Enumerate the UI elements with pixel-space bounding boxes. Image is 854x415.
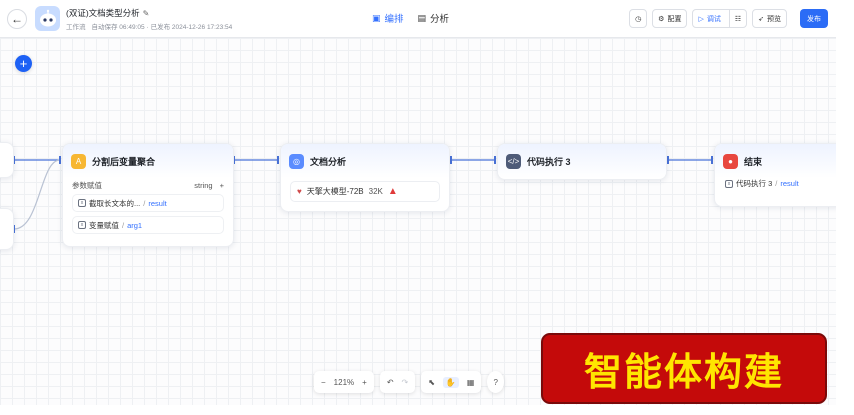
node-end[interactable]: ● 结束 x 代码执行 3 / result: [714, 143, 844, 207]
model-selector[interactable]: ♥ 天擎大模型-72B 32K ▲: [290, 181, 440, 202]
zoom-level[interactable]: 121%: [334, 378, 354, 387]
zoom-control: − 121% +: [314, 371, 374, 393]
node-title: 分割后变量聚合: [92, 156, 156, 167]
node-header: A 分割后变量聚合: [63, 144, 233, 178]
port[interactable]: [450, 156, 452, 164]
node-header: ● 结束: [715, 144, 843, 178]
separator: /: [143, 198, 146, 208]
port[interactable]: [711, 156, 713, 164]
node-header: </> 代码执行 3: [498, 144, 666, 178]
right-gutter-overlay: [836, 0, 854, 415]
port[interactable]: [277, 156, 279, 164]
history-control: ↶ ↷: [379, 371, 416, 393]
node-document-analysis[interactable]: ◎ 文档分析 ♥ 天擎大模型-72B 32K ▲: [280, 143, 450, 212]
zoom-in-button[interactable]: +: [362, 378, 367, 387]
llm-icon: ◎: [289, 153, 304, 169]
port[interactable]: [667, 156, 669, 164]
output-var: result: [780, 179, 799, 188]
variable-icon: x: [725, 179, 733, 188]
title-banner: 智能体构建: [541, 333, 827, 404]
help-control: ?: [487, 371, 504, 393]
node-title: 文档分析: [310, 156, 347, 167]
node-code-execute[interactable]: </> 代码执行 3: [497, 143, 667, 180]
separator: /: [122, 220, 125, 230]
param-var: result: [148, 198, 167, 208]
node-title: 结束: [744, 156, 763, 167]
model-name: 天擎大模型-72B: [306, 187, 364, 196]
help-button[interactable]: ?: [493, 378, 497, 387]
edge-left2-to-aggregate: [13, 159, 61, 230]
warning-icon: ▲: [387, 186, 398, 197]
model-logo-icon: ♥: [297, 187, 302, 196]
zoom-out-button[interactable]: −: [321, 378, 326, 387]
hand-button[interactable]: ✋: [442, 376, 459, 388]
node-title: 代码执行 3: [527, 156, 571, 167]
node-partial-left-1[interactable]: [0, 142, 14, 178]
model-context: 32K: [368, 187, 383, 196]
variable-icon: x: [78, 221, 86, 229]
code-icon: </>: [506, 153, 521, 169]
add-param-button[interactable]: +: [220, 181, 224, 190]
auto-layout-button[interactable]: ▦: [467, 378, 475, 387]
banner-text: 智能体构建: [583, 350, 784, 394]
end-output: x 代码执行 3 / result: [715, 178, 843, 189]
node-partial-left-2[interactable]: [0, 208, 14, 250]
separator: /: [775, 179, 778, 188]
stop-icon: ●: [723, 153, 738, 169]
port[interactable]: [59, 156, 61, 164]
param-header: 参数赋值 string +: [63, 178, 233, 192]
output-source: 代码执行 3: [736, 179, 773, 188]
mode-control: ⬉ ✋ ▦: [421, 371, 482, 393]
node-header: ◎ 文档分析: [281, 144, 449, 178]
node-variable-aggregate[interactable]: A 分割后变量聚合 参数赋值 string + x 截取长文本的... / re…: [62, 143, 234, 247]
param-label: 参数赋值: [72, 180, 102, 190]
bottom-strip: [0, 405, 854, 415]
param-type: string: [194, 180, 213, 190]
param-var: arg1: [127, 220, 143, 230]
param-source: 变量赋值: [89, 220, 119, 230]
pointer-button[interactable]: ⬉: [428, 378, 435, 387]
canvas-toolbar: − 121% + ↶ ↷ ⬉ ✋ ▦ ?: [314, 371, 504, 393]
aggregate-icon: A: [71, 153, 86, 169]
port[interactable]: [494, 156, 496, 164]
param-item[interactable]: x 截取长文本的... / result: [72, 194, 224, 212]
param-item[interactable]: x 变量赋值 / arg1: [72, 216, 224, 234]
param-source: 截取长文本的...: [89, 198, 141, 208]
undo-button[interactable]: ↶: [387, 378, 394, 387]
variable-icon: x: [78, 199, 86, 207]
redo-button[interactable]: ↷: [402, 378, 409, 387]
